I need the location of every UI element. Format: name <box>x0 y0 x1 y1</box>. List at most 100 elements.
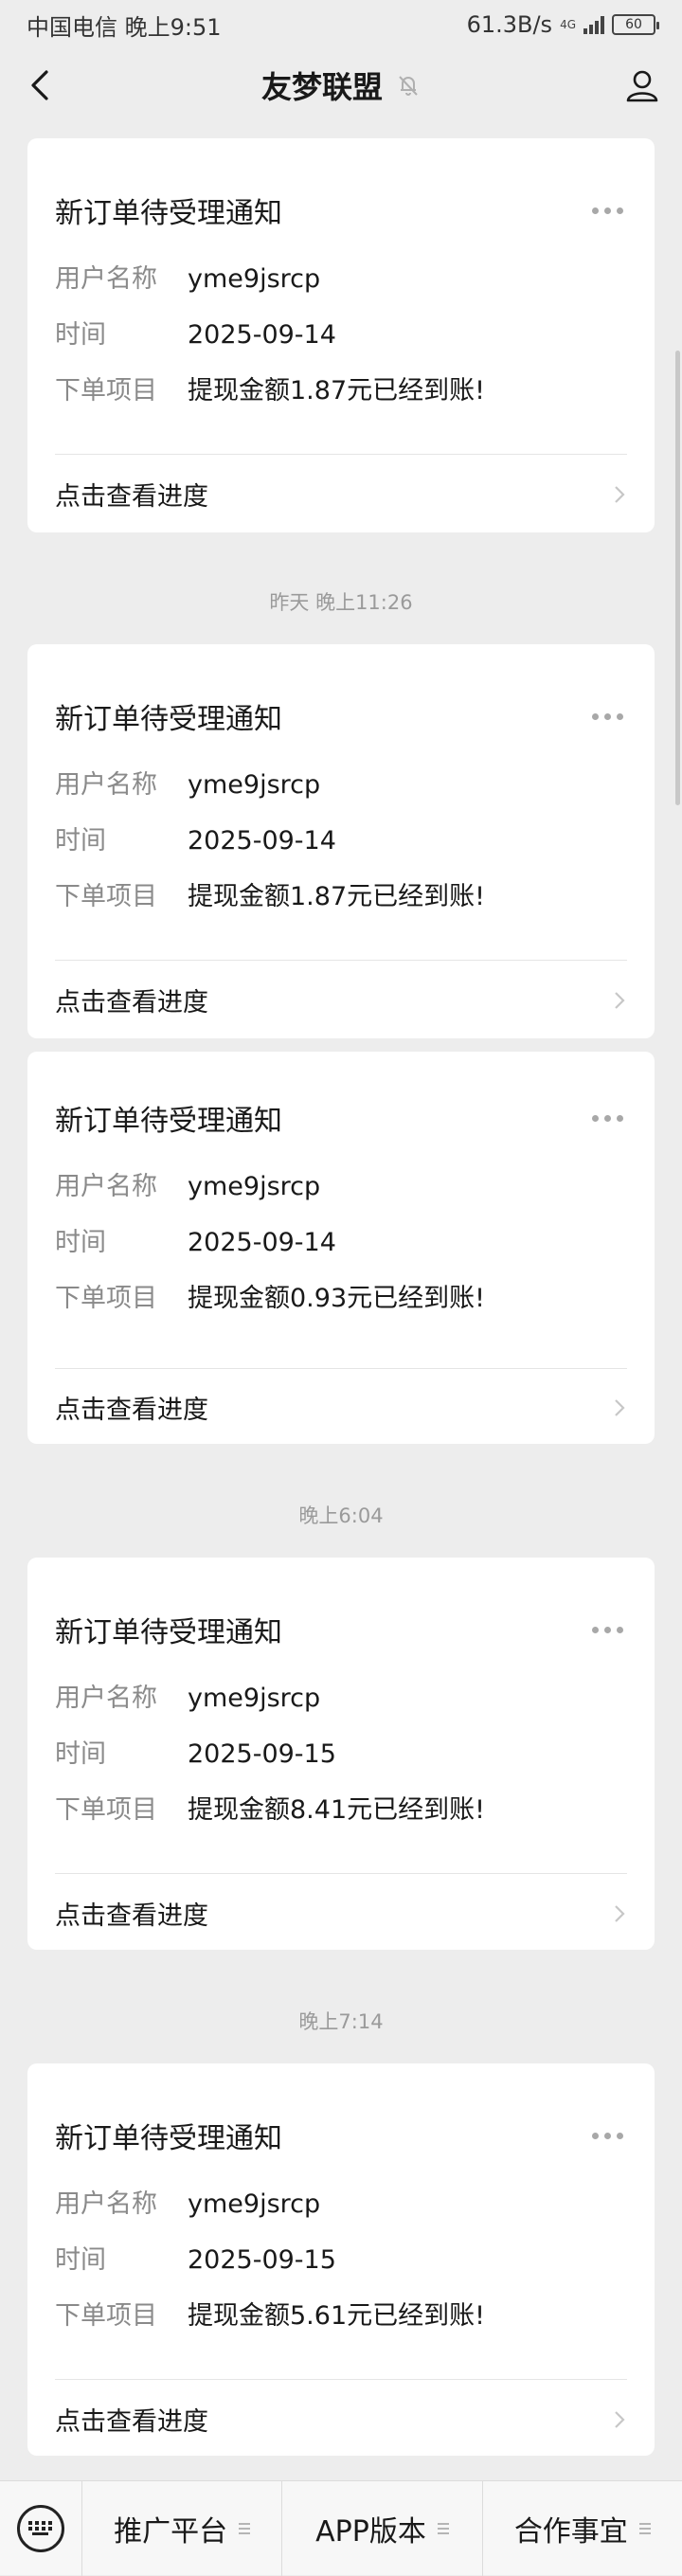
row-label: 下单项目 <box>55 882 157 911</box>
view-progress-link[interactable]: 点击查看进度 <box>55 1895 627 1932</box>
row-value: yme9jsrcp <box>188 770 321 800</box>
card-row-username: 用户名称 yme9jsrcp <box>55 1171 627 1203</box>
page-title: 友梦联盟 <box>260 69 383 105</box>
card-title: 新订单待受理通知 <box>55 197 282 230</box>
back-button[interactable] <box>19 64 61 106</box>
more-icon[interactable] <box>588 1621 627 1639</box>
battery-level: 60 <box>625 17 642 32</box>
chevron-right-icon <box>615 991 625 1009</box>
chevron-right-icon <box>615 1904 625 1922</box>
view-progress-link[interactable]: 点击查看进度 <box>55 2401 627 2438</box>
card-header: 新订单待受理通知 <box>55 1609 627 1650</box>
menu-lines-icon <box>239 2522 251 2534</box>
card-row-order-item: 下单项目 提现金额1.87元已经到账! <box>55 881 627 913</box>
card-row-time: 时间 2025-09-14 <box>55 825 627 857</box>
timestamp: 晚上6:04 <box>298 1504 384 1527</box>
chevron-right-icon <box>615 485 625 503</box>
card-title: 新订单待受理通知 <box>55 2122 282 2155</box>
link-label: 点击查看进度 <box>55 1901 208 1931</box>
menu-lines-icon <box>638 2522 651 2534</box>
menu-cooperation[interactable]: 合作事宜 <box>481 2480 682 2576</box>
row-label: 用户名称 <box>55 264 157 294</box>
card-title: 新订单待受理通知 <box>55 1616 282 1649</box>
more-icon[interactable] <box>588 2127 627 2145</box>
network-type: 4G <box>560 18 576 31</box>
notification-card[interactable]: 新订单待受理通知 用户名称 yme9jsrcp 时间 2025-09-15 下单… <box>27 1558 655 1950</box>
row-label: 时间 <box>55 320 106 350</box>
row-value: 2025-09-14 <box>188 826 336 856</box>
row-label: 用户名称 <box>55 2189 157 2219</box>
divider <box>55 454 627 455</box>
menu-lines-icon <box>437 2522 449 2534</box>
menu-app-version[interactable]: APP版本 <box>281 2480 481 2576</box>
network-speed: 61.3B/s <box>466 11 553 38</box>
timestamp: 晚上7:14 <box>298 2010 384 2033</box>
card-header: 新订单待受理通知 <box>55 2115 627 2156</box>
menu-label: APP版本 <box>315 2514 426 2549</box>
row-label: 下单项目 <box>55 2301 157 2331</box>
card-row-order-item: 下单项目 提现金额5.61元已经到账! <box>55 2300 627 2333</box>
more-icon[interactable] <box>588 202 627 220</box>
row-value: 2025-09-14 <box>188 1228 336 1257</box>
notification-card[interactable]: 新订单待受理通知 用户名称 yme9jsrcp 时间 2025-09-14 下单… <box>27 1052 655 1444</box>
menu-label: 合作事宜 <box>513 2514 628 2549</box>
card-row-time: 时间 2025-09-15 <box>55 1738 627 1771</box>
link-label: 点击查看进度 <box>55 988 208 1018</box>
divider <box>55 960 627 961</box>
notification-card[interactable]: 新订单待受理通知 用户名称 yme9jsrcp 时间 2025-09-14 下单… <box>27 138 655 532</box>
row-value: 提现金额0.93元已经到账! <box>188 1284 485 1313</box>
battery-icon: 60 <box>612 14 659 35</box>
row-value: 2025-09-14 <box>188 320 336 350</box>
card-row-order-item: 下单项目 提现金额8.41元已经到账! <box>55 1794 627 1827</box>
row-label: 时间 <box>55 2245 106 2275</box>
keyboard-toggle-button[interactable] <box>0 2481 81 2576</box>
row-label: 用户名称 <box>55 1684 157 1713</box>
row-label: 用户名称 <box>55 1172 157 1201</box>
row-value: 2025-09-15 <box>188 2245 336 2275</box>
row-label: 下单项目 <box>55 376 157 405</box>
row-value: 2025-09-15 <box>188 1739 336 1769</box>
link-label: 点击查看进度 <box>55 2407 208 2437</box>
card-title: 新订单待受理通知 <box>55 703 282 736</box>
more-icon[interactable] <box>588 1109 627 1127</box>
card-row-order-item: 下单项目 提现金额1.87元已经到账! <box>55 375 627 407</box>
row-value: yme9jsrcp <box>188 264 321 294</box>
notification-card[interactable]: 新订单待受理通知 用户名称 yme9jsrcp 时间 2025-09-14 下单… <box>27 644 655 1038</box>
card-row-username: 用户名称 yme9jsrcp <box>55 1683 627 1715</box>
bottom-menu: 推广平台 APP版本 合作事宜 <box>0 2480 682 2576</box>
status-bar: 中国电信 晚上9:51 61.3B/s 4G 60 <box>0 0 682 49</box>
card-row-username: 用户名称 yme9jsrcp <box>55 2189 627 2221</box>
user-icon <box>626 70 658 102</box>
notification-card[interactable]: 新订单待受理通知 用户名称 yme9jsrcp 时间 2025-09-15 下单… <box>27 2063 655 2456</box>
row-value: 提现金额8.41元已经到账! <box>188 1795 485 1825</box>
scrollbar[interactable] <box>675 351 680 805</box>
row-label: 用户名称 <box>55 770 157 800</box>
nav-bar: 友梦联盟 <box>0 49 682 121</box>
card-title: 新订单待受理通知 <box>55 1105 282 1138</box>
view-progress-link[interactable]: 点击查看进度 <box>55 1389 627 1426</box>
card-header: 新订单待受理通知 <box>55 1097 627 1139</box>
chevron-right-icon <box>615 1398 625 1416</box>
card-header: 新订单待受理通知 <box>55 189 627 231</box>
row-value: yme9jsrcp <box>188 1684 321 1713</box>
view-progress-link[interactable]: 点击查看进度 <box>55 476 627 513</box>
signal-icon <box>583 15 604 34</box>
row-value: 提现金额5.61元已经到账! <box>188 2301 485 2331</box>
chevron-left-icon <box>31 70 48 100</box>
menu-promotion-platform[interactable]: 推广平台 <box>81 2480 281 2576</box>
view-progress-link[interactable]: 点击查看进度 <box>55 982 627 1018</box>
divider <box>55 1873 627 1874</box>
more-icon[interactable] <box>588 708 627 726</box>
carrier-time: 中国电信 晚上9:51 <box>27 13 222 41</box>
timestamp: 昨天 晚上11:26 <box>269 591 413 614</box>
profile-button[interactable] <box>621 64 663 106</box>
keyboard-icon <box>17 2504 64 2552</box>
row-value: 提现金额1.87元已经到账! <box>188 882 485 911</box>
status-indicators: 61.3B/s 4G 60 <box>466 11 659 38</box>
link-label: 点击查看进度 <box>55 1396 208 1425</box>
row-label: 下单项目 <box>55 1284 157 1313</box>
card-row-time: 时间 2025-09-15 <box>55 2244 627 2277</box>
row-label: 时间 <box>55 1228 106 1257</box>
row-value: 提现金额1.87元已经到账! <box>188 376 485 405</box>
menu-label: 推广平台 <box>114 2514 228 2549</box>
